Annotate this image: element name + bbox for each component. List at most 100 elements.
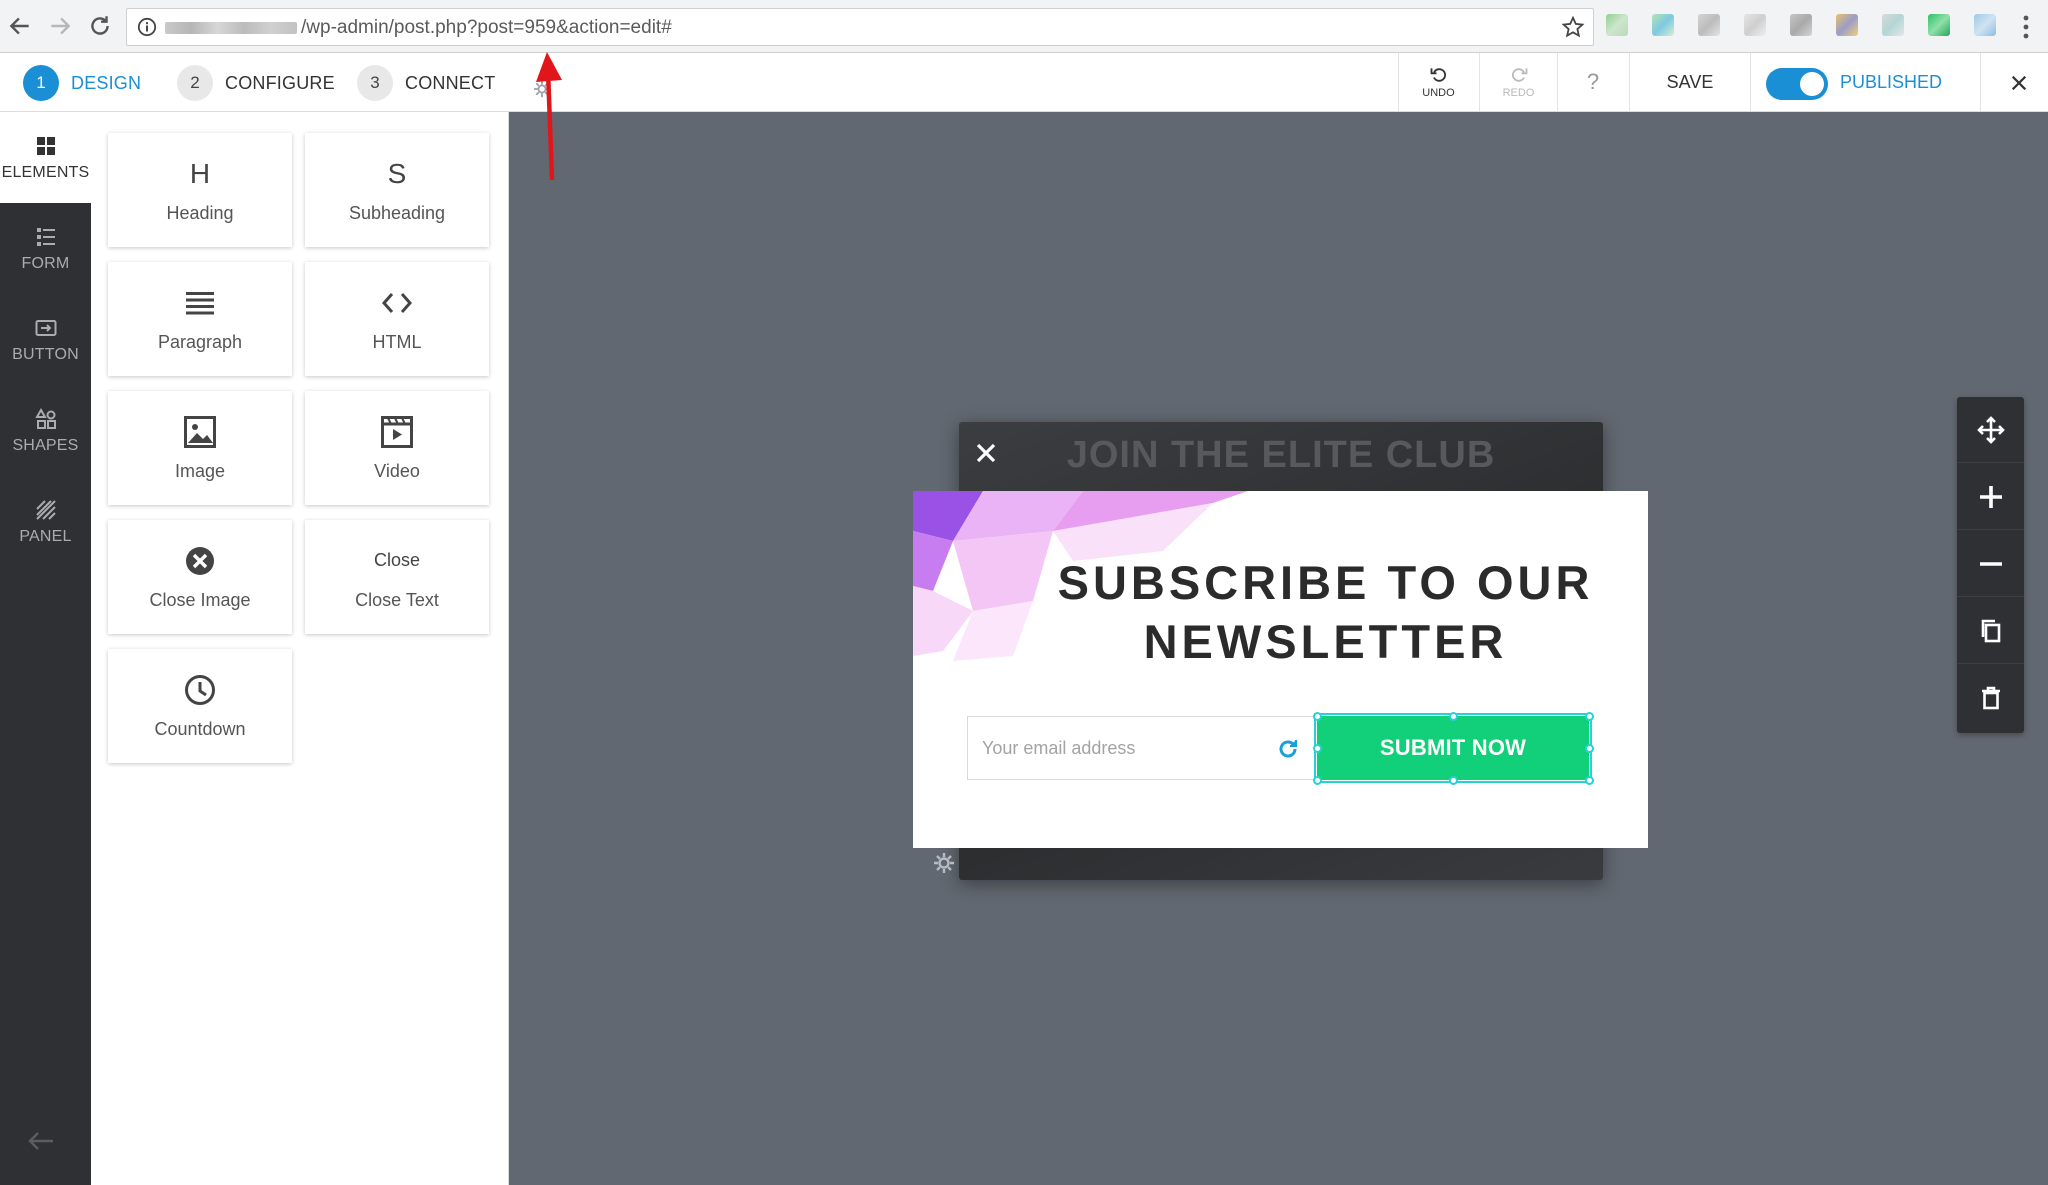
- element-paragraph[interactable]: Paragraph: [108, 262, 292, 376]
- resize-handle[interactable]: [1449, 712, 1458, 721]
- extension-icon[interactable]: [1928, 14, 1950, 36]
- element-heading[interactable]: H Heading: [108, 133, 292, 247]
- step-design[interactable]: 1 DESIGN: [23, 65, 141, 101]
- extension-icon[interactable]: [1836, 14, 1858, 36]
- bookmark-star-icon[interactable]: [1561, 15, 1585, 39]
- email-field[interactable]: [967, 716, 1323, 780]
- clock-icon: [183, 673, 217, 707]
- extension-icon[interactable]: [1606, 14, 1628, 36]
- resize-handle[interactable]: [1313, 712, 1322, 721]
- close-editor-icon[interactable]: [2004, 68, 2034, 98]
- element-label: Close Image: [149, 589, 251, 610]
- sidebar-item-label: PANEL: [19, 527, 72, 545]
- url-path: /wp-admin/post.php?post=959&action=edit#: [301, 17, 672, 38]
- annotation-arrow: [536, 52, 562, 181]
- move-button[interactable]: [1957, 397, 2024, 463]
- redo-button[interactable]: REDO: [1480, 53, 1557, 111]
- move-icon: [1976, 415, 2005, 444]
- resize-handle[interactable]: [1585, 744, 1594, 753]
- duplicate-button[interactable]: [1957, 598, 2024, 664]
- step-connect[interactable]: 3 CONNECT: [357, 65, 495, 101]
- resize-handle[interactable]: [1449, 776, 1458, 785]
- sidebar-item-label: ELEMENTS: [1, 163, 90, 181]
- step-label: CONFIGURE: [225, 72, 335, 93]
- browser-toolbar: /wp-admin/post.php?post=959&action=edit#: [0, 0, 2048, 53]
- delete-button[interactable]: [1957, 665, 2024, 731]
- email-input[interactable]: [968, 717, 1268, 779]
- element-close-image[interactable]: Close Image: [108, 520, 292, 634]
- sidebar-item-panel[interactable]: PANEL: [0, 476, 91, 567]
- resize-handle[interactable]: [1585, 712, 1594, 721]
- copy-icon: [1981, 619, 2000, 642]
- sidebar-item-label: BUTTON: [12, 345, 79, 363]
- undo-icon: [1430, 68, 1446, 82]
- blurred-hostname: [165, 22, 297, 34]
- undo-button[interactable]: UNDO: [1399, 53, 1478, 111]
- gear-icon[interactable]: [933, 852, 955, 874]
- element-label: Paragraph: [157, 331, 243, 352]
- published-label: PUBLISHED: [1840, 72, 1943, 92]
- help-button[interactable]: ?: [1558, 53, 1628, 111]
- element-label: Countdown: [154, 718, 246, 739]
- minus-icon: [1979, 561, 2002, 566]
- newsletter-popup[interactable]: SUBSCRIBE TO OUR NEWSLETTER SUBMIT NOW: [913, 491, 1648, 848]
- zoom-in-button[interactable]: [1957, 464, 2024, 530]
- published-toggle[interactable]: [1766, 68, 1828, 100]
- element-label: Close Text: [355, 589, 439, 610]
- element-image[interactable]: Image: [108, 391, 292, 505]
- step-number: 2: [177, 65, 213, 101]
- sidebar-item-label: FORM: [21, 254, 70, 272]
- element-video[interactable]: Video: [305, 391, 489, 505]
- panel-icon: [35, 499, 56, 520]
- extension-icon[interactable]: [1652, 14, 1674, 36]
- collapse-arrow-icon[interactable]: [26, 1130, 56, 1152]
- browser-menu-icon[interactable]: [2022, 14, 2030, 40]
- left-sidebar: ELEMENTS FORM BUTTON SHAPES PANEL: [0, 112, 91, 1185]
- back-icon[interactable]: [4, 10, 36, 42]
- element-html[interactable]: HTML: [305, 262, 489, 376]
- element-subheading[interactable]: S Subheading: [305, 133, 489, 247]
- element-countdown[interactable]: Countdown: [108, 649, 292, 763]
- save-button[interactable]: SAVE: [1630, 53, 1750, 111]
- extension-icon[interactable]: [1974, 14, 1996, 36]
- sidebar-item-elements[interactable]: ELEMENTS: [0, 112, 91, 203]
- info-icon[interactable]: [137, 17, 157, 37]
- heading-icon: H: [189, 157, 211, 189]
- forward-icon[interactable]: [44, 10, 76, 42]
- elements-panel: H Heading S Subheading Paragraph HTML Im…: [91, 112, 509, 1185]
- grid-icon: [36, 136, 55, 155]
- extension-icon[interactable]: [1698, 14, 1720, 36]
- element-close-text[interactable]: Close Close Text: [305, 520, 489, 634]
- extension-icon[interactable]: [1790, 14, 1812, 36]
- resize-handle[interactable]: [1313, 744, 1322, 753]
- paragraph-icon: [183, 286, 217, 320]
- address-bar[interactable]: /wp-admin/post.php?post=959&action=edit#: [126, 8, 1594, 46]
- close-text-preview: Close: [373, 550, 421, 570]
- button-icon: [35, 319, 56, 336]
- undo-label: UNDO: [1422, 87, 1455, 99]
- zoom-out-button[interactable]: [1957, 531, 2024, 597]
- toggle-knob: [1800, 72, 1824, 96]
- step-label: DESIGN: [71, 72, 142, 93]
- element-label: HTML: [372, 331, 422, 352]
- trash-icon: [1981, 686, 2000, 710]
- submit-button[interactable]: SUBMIT NOW: [1314, 713, 1592, 783]
- resize-handle[interactable]: [1313, 776, 1322, 785]
- shapes-icon: [34, 407, 56, 429]
- canvas-toolbar: [1957, 397, 2024, 733]
- step-label: CONNECT: [405, 72, 496, 93]
- extension-icon[interactable]: [1744, 14, 1766, 36]
- sidebar-item-shapes[interactable]: SHAPES: [0, 385, 91, 476]
- close-circle-icon: [183, 544, 217, 578]
- resize-handle[interactable]: [1585, 776, 1594, 785]
- reload-icon[interactable]: [84, 10, 116, 42]
- subheading-icon: S: [387, 157, 407, 189]
- step-configure[interactable]: 2 CONFIGURE: [177, 65, 335, 101]
- redo-label: REDO: [1502, 87, 1535, 99]
- extension-icon[interactable]: [1882, 14, 1904, 36]
- plus-icon: [1979, 485, 2002, 508]
- refresh-icon[interactable]: [1276, 737, 1300, 761]
- code-icon: [380, 286, 414, 320]
- sidebar-item-button[interactable]: BUTTON: [0, 294, 91, 385]
- sidebar-item-form[interactable]: FORM: [0, 203, 91, 294]
